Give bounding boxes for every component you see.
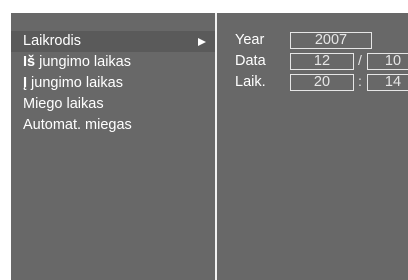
menu-item-label: Laikrodis <box>23 33 82 49</box>
right-triangle-icon <box>198 38 206 46</box>
menu-item-sleep-time[interactable]: Miego laikas <box>11 94 215 115</box>
year-label: Year <box>235 32 265 48</box>
year-field[interactable]: 2007 <box>290 32 372 49</box>
menu-item-off-time[interactable]: Iš jungimo laikas <box>11 52 215 73</box>
time-minute-field[interactable]: 14 <box>367 74 408 91</box>
date-day-field[interactable]: 10 <box>367 53 408 70</box>
menu-item-label: jungimo laikas <box>35 54 132 70</box>
menu-item-label: Miego laikas <box>23 96 104 112</box>
menu-item-on-time[interactable]: Į jungimo laikas <box>11 73 215 94</box>
date-label: Data <box>235 53 266 69</box>
date-separator: / <box>358 52 362 68</box>
clock-settings-panel: Year 2007 Data 12 / 10 Laik. 20 : 14 <box>217 13 408 280</box>
time-hour-field[interactable]: 20 <box>290 74 354 91</box>
menu-item-clock[interactable]: Laikrodis <box>11 31 215 52</box>
clock-menu: Laikrodis Iš jungimo laikas Į jungimo la… <box>11 13 215 280</box>
date-month-field[interactable]: 12 <box>290 53 354 70</box>
time-label: Laik. <box>235 74 266 90</box>
menu-item-auto-sleep[interactable]: Automat. miegas <box>11 115 215 136</box>
menu-item-label: jungimo laikas <box>27 75 123 91</box>
menu-item-prefix: Iš <box>23 54 36 70</box>
time-separator: : <box>358 73 362 89</box>
menu-item-label: Automat. miegas <box>23 117 132 133</box>
